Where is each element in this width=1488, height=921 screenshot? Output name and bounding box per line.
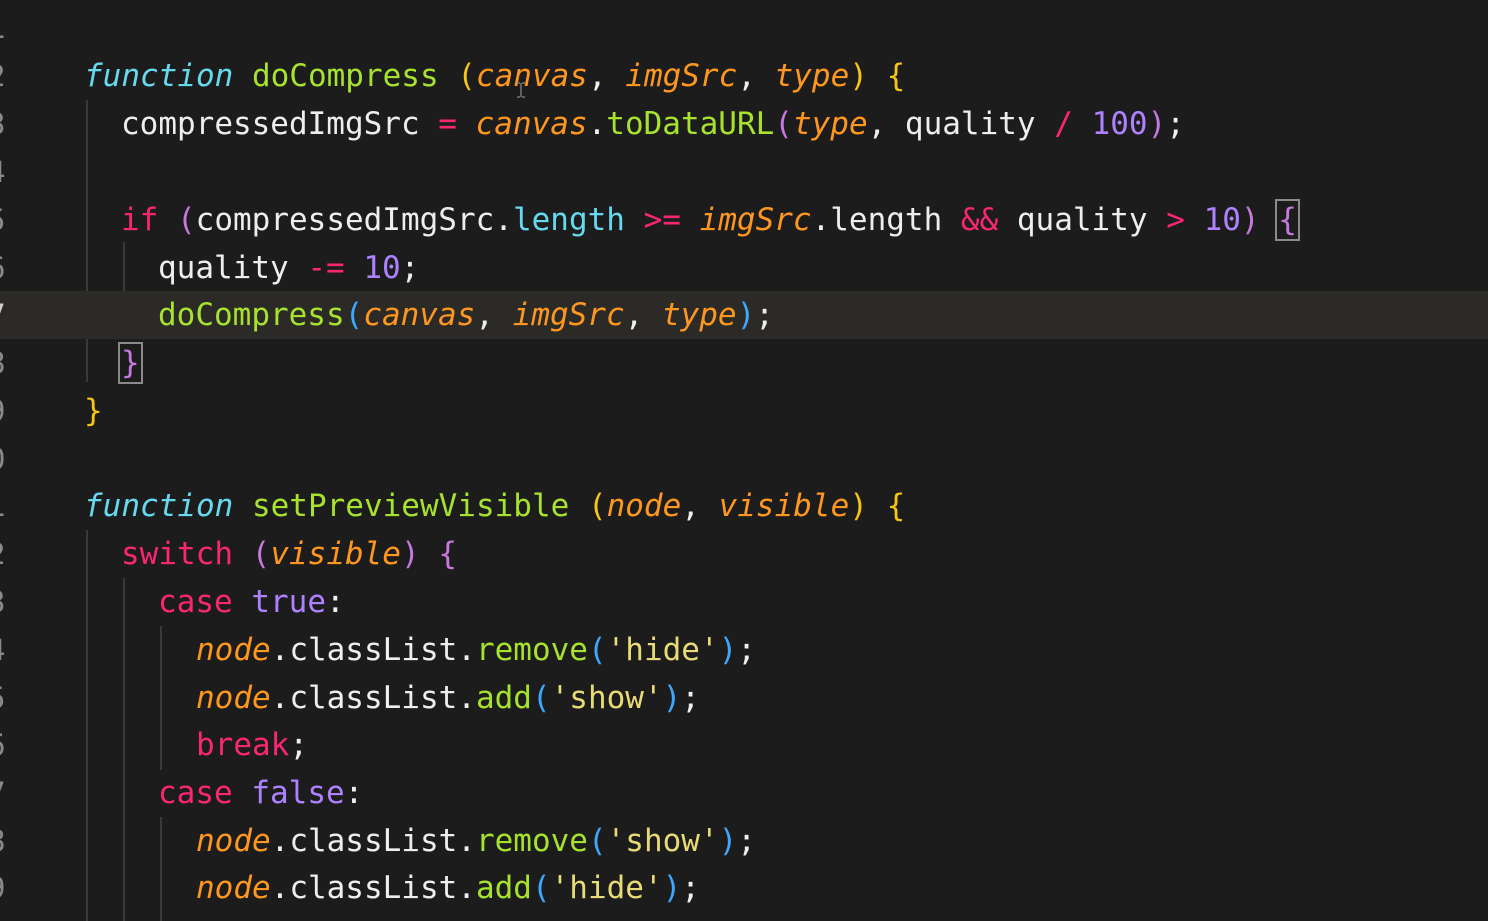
- code-line[interactable]: 4: [0, 148, 1488, 196]
- code-text: }: [118, 342, 143, 384]
- line-number: 9: [0, 396, 5, 426]
- line-number: 5: [0, 205, 5, 235]
- code-text: switch (visible) {: [121, 536, 457, 572]
- text-cursor-icon: [516, 82, 526, 98]
- line-number: 8: [0, 826, 5, 856]
- code-text: node.classList.add('show');: [196, 680, 700, 716]
- bracket-match-highlight: }: [118, 342, 143, 384]
- code-text: function doCompress (canvas, imgSrc, typ…: [84, 58, 906, 94]
- code-text: function setPreviewVisible (node, visibl…: [84, 488, 906, 524]
- line-number: 4: [0, 635, 5, 665]
- code-line[interactable]: 6 break;: [0, 721, 1488, 769]
- code-text: break;: [196, 727, 308, 763]
- line-number: 1: [0, 13, 5, 43]
- bracket-match-highlight: {: [1275, 199, 1300, 241]
- line-number: 7: [0, 778, 5, 808]
- code-line[interactable]: 8 }: [0, 339, 1488, 387]
- code-text: if (compressedImgSrc.length >= imgSrc.le…: [121, 199, 1300, 241]
- code-editor[interactable]: 1 2 function doCompress (canvas, imgSrc,…: [0, 0, 1488, 921]
- code-line[interactable]: 4 node.classList.remove('hide');: [0, 626, 1488, 674]
- code-line[interactable]: 8 node.classList.remove('show');: [0, 817, 1488, 865]
- code-text: doCompress(canvas, imgSrc, type);: [158, 297, 774, 333]
- code-line[interactable]: 5 if (compressedImgSrc.length >= imgSrc.…: [0, 196, 1488, 244]
- code-line[interactable]: 3 compressedImgSrc = canvas.toDataURL(ty…: [0, 100, 1488, 148]
- line-number: 2: [0, 539, 5, 569]
- code-text: quality -= 10;: [158, 250, 420, 286]
- code-line[interactable]: 2 function doCompress (canvas, imgSrc, t…: [0, 52, 1488, 100]
- code-line[interactable]: 2 switch (visible) {: [0, 530, 1488, 578]
- line-number: 3: [0, 109, 5, 139]
- line-number: 4: [0, 157, 5, 187]
- code-text: node.classList.remove('show');: [196, 823, 756, 859]
- line-number: 7: [0, 300, 5, 330]
- code-line[interactable]: 7 case false:: [0, 769, 1488, 817]
- code-text: compressedImgSrc = canvas.toDataURL(type…: [121, 106, 1185, 142]
- line-number: 9: [0, 873, 5, 903]
- code-line[interactable]: 9 node.classList.add('hide');: [0, 864, 1488, 912]
- line-number: 8: [0, 348, 5, 378]
- code-line[interactable]: 6 quality -= 10;: [0, 244, 1488, 292]
- line-number: 2: [0, 61, 5, 91]
- code-line[interactable]: 3 case true:: [0, 578, 1488, 626]
- line-number: 6: [0, 253, 5, 283]
- code-line[interactable]: 5 node.classList.add('show');: [0, 674, 1488, 722]
- line-number: 5: [0, 683, 5, 713]
- code-text: }: [84, 393, 103, 429]
- code-text: node.classList.remove('hide');: [196, 632, 756, 668]
- code-text: case false:: [158, 775, 364, 811]
- line-number: 3: [0, 587, 5, 617]
- code-line[interactable]: 1 function setPreviewVisible (node, visi…: [0, 482, 1488, 530]
- line-number: 0: [0, 444, 5, 474]
- code-line-current[interactable]: 7 doCompress(canvas, imgSrc, type);: [0, 291, 1488, 339]
- line-number: 6: [0, 730, 5, 760]
- code-line[interactable]: 0: [0, 435, 1488, 483]
- code-line[interactable]: 1: [0, 4, 1488, 52]
- code-text: node.classList.add('hide');: [196, 870, 700, 906]
- code-line[interactable]: 9 }: [0, 387, 1488, 435]
- code-text: case true:: [158, 584, 345, 620]
- line-number: 1: [0, 491, 5, 521]
